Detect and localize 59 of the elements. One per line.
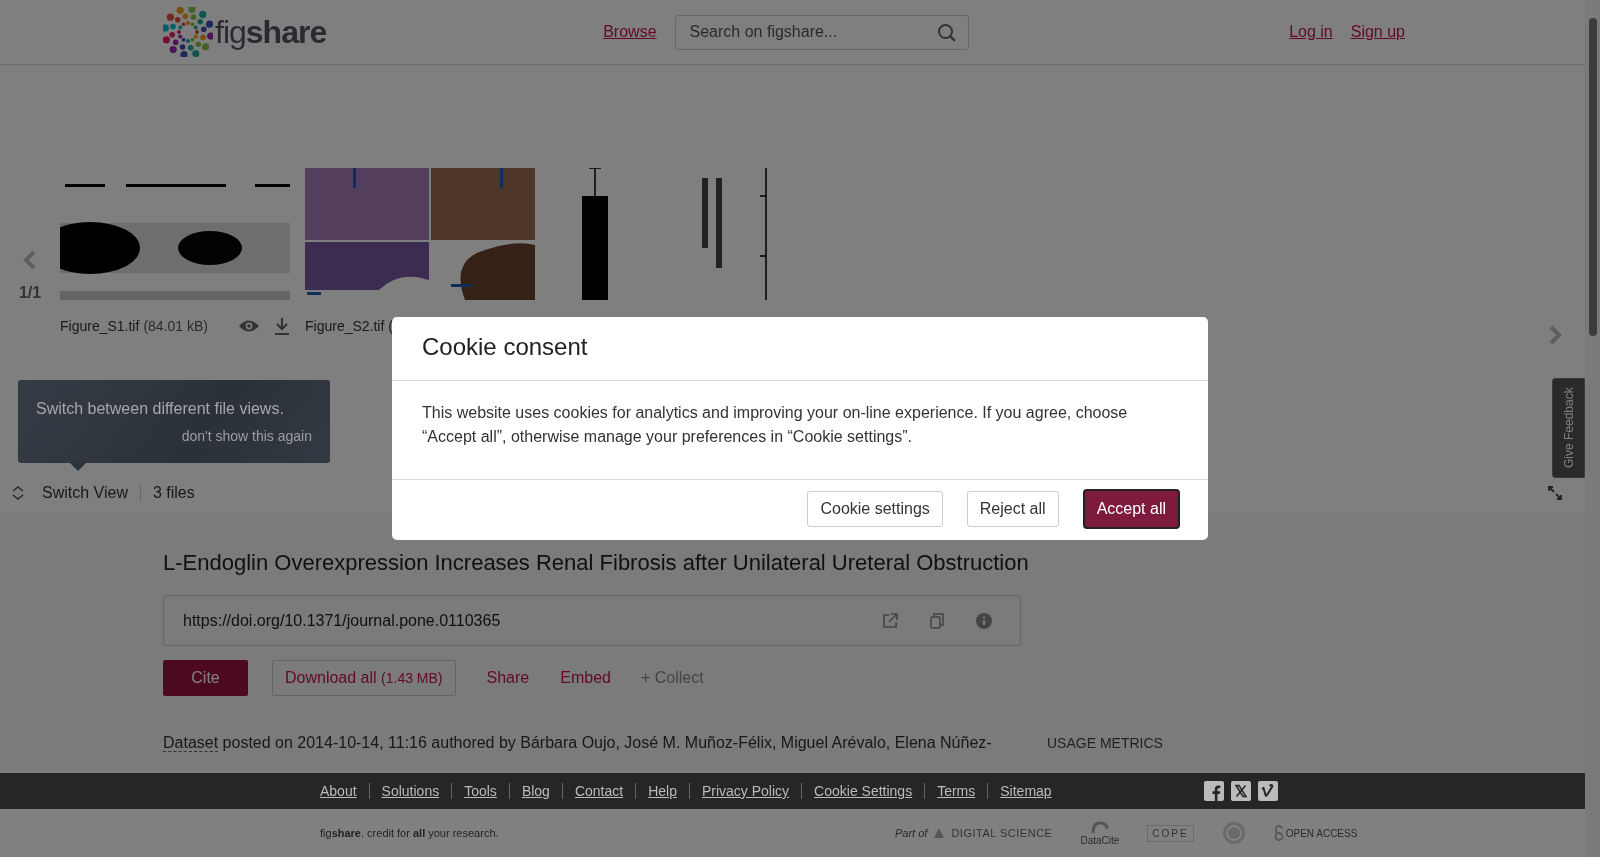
partner-logo-text[interactable]: DIGITAL SCIENCE [951,827,1053,839]
footer-link[interactable]: Sitemap [987,783,1064,799]
item-type-link[interactable]: Dataset [163,734,219,752]
download-all-button[interactable]: Download all (1.43 MB) [272,660,456,696]
logo-icon[interactable] [163,7,213,57]
account-link[interactable]: Sign up [1350,23,1405,41]
footer-link[interactable]: Terms [924,783,988,799]
logo-text[interactable]: figshare [215,13,327,51]
doi-link[interactable]: https://doi.org/10.1371/journal.pone.0110365 [183,611,850,630]
eye-icon[interactable] [238,319,260,333]
feedback-tab[interactable]: Give Feedback [1552,378,1585,478]
file-count: 3 files [151,484,195,502]
page-count: 1/1 [18,284,42,302]
copy-icon[interactable] [930,612,944,629]
x-icon[interactable] [1230,781,1251,801]
search-icon[interactable] [936,22,957,43]
embed-link[interactable]: Embed [560,669,611,687]
dismiss-link[interactable]: don't show this again [181,428,312,444]
dialog-title: Cookie consent [392,317,1208,381]
switch-view-button[interactable]: Switch View [10,484,141,502]
item-metadata: Dataset posted on 2014-10-14, 11:16 authored by Bárbara Oujo, José M. Muñoz-Félix, Miguel Arévalo, Elena Núñez- [163,734,993,752]
ds-logo-icon[interactable] [933,827,946,839]
partner-logo-text[interactable]: DataCite [1080,834,1120,846]
accept-button[interactable]: Accept all [1082,489,1180,529]
fullscreen-icon[interactable] [1548,486,1562,500]
footer-link[interactable]: About [320,783,369,799]
file-name: Figure_S1.tif (84.01 kB) [60,318,209,334]
footer-link[interactable]: Blog [508,783,562,799]
partner-text: Part of [895,827,928,839]
info-icon[interactable] [976,612,992,629]
cite-button[interactable]: Cite [163,660,248,696]
item-title: L-Endoglin Overexpression Increases Renal Fibrosis after Unilateral Ureteral Obstruction [163,550,1030,576]
partner-logo-text[interactable]: OPEN ACCESS [1285,827,1358,839]
footer-link[interactable]: Solutions [368,783,452,799]
datacite-icon[interactable] [1090,820,1109,835]
open-lock-icon[interactable] [1273,825,1284,841]
dialog-button[interactable]: Cookie settings [807,491,943,527]
nav-link[interactable]: Browse [603,23,657,41]
dialog-message: This website uses cookies for analytics and improving your on-line experience. If you agree, choose “Accept all”, otherwise manage your preferences in “Cookie settings”. [392,381,1208,480]
partner-logo-text[interactable]: COPE [1147,824,1194,842]
footer-link[interactable]: Tools [451,783,509,799]
facebook-icon[interactable] [1203,781,1224,801]
search-field[interactable]: Search on figshare... [674,14,969,50]
usage-metrics-heading: USAGE METRICS [1047,735,1163,751]
scrollbar[interactable] [1585,0,1600,857]
share-link[interactable]: Share [486,669,530,687]
footer-link[interactable]: Privacy Policy [688,783,802,799]
dialog-button[interactable]: Reject all [966,491,1059,527]
tooltip-text: Switch between different file views. [36,400,285,418]
download-icon[interactable] [274,317,290,335]
footer-link[interactable]: Help [635,783,689,799]
footer-link[interactable]: Contact [561,783,636,799]
external-link-icon[interactable] [882,612,898,629]
chevrons-icon [12,485,24,501]
vimeo-icon[interactable] [1257,781,1278,801]
account-link[interactable]: Log in [1289,23,1333,41]
file-name: Figure_S2.tif ( [305,318,394,334]
footer-link[interactable]: Cookie Settings [801,783,925,799]
footer-tagline: figshare. credit for all your research. [320,827,500,839]
